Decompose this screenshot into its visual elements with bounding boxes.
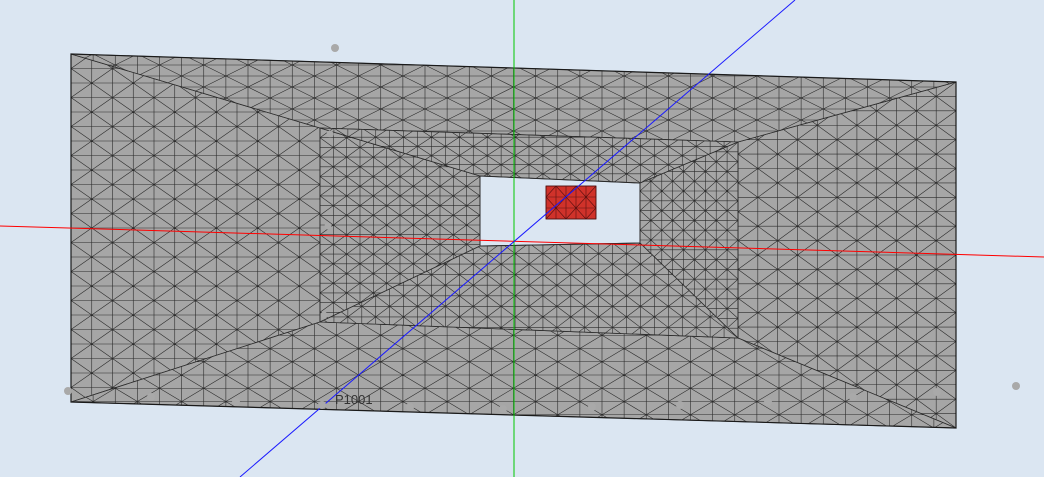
control-point[interactable] bbox=[499, 405, 507, 413]
3d-viewport[interactable]: P1001 bbox=[0, 0, 1044, 477]
control-point[interactable] bbox=[324, 222, 332, 230]
control-point[interactable] bbox=[320, 311, 328, 319]
control-point[interactable] bbox=[147, 393, 155, 401]
control-point[interactable] bbox=[232, 398, 240, 406]
control-point[interactable] bbox=[331, 44, 339, 52]
control-point[interactable] bbox=[588, 403, 596, 411]
highlighted-element[interactable] bbox=[545, 185, 597, 220]
control-point[interactable] bbox=[318, 401, 326, 409]
control-point[interactable] bbox=[1012, 382, 1020, 390]
control-point[interactable] bbox=[764, 398, 772, 406]
point-label: P1001 bbox=[335, 392, 373, 407]
control-point[interactable] bbox=[406, 403, 414, 411]
control-point[interactable] bbox=[676, 401, 684, 409]
scene-canvas[interactable]: P1001 bbox=[0, 0, 1044, 477]
control-point[interactable] bbox=[849, 393, 857, 401]
control-point[interactable] bbox=[64, 387, 72, 395]
control-point[interactable] bbox=[933, 388, 941, 396]
control-point[interactable] bbox=[326, 130, 334, 138]
